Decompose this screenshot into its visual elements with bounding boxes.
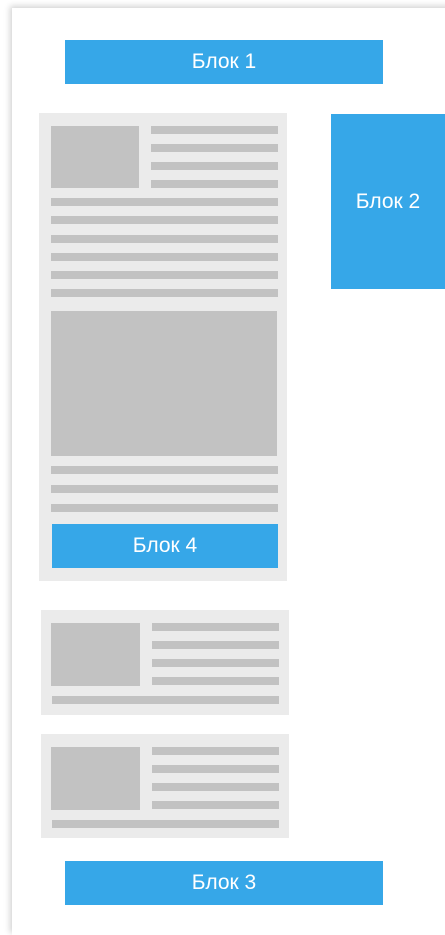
card-text-line: [152, 801, 279, 809]
block-4-label: Блок 4: [132, 534, 198, 557]
article-text-line: [51, 289, 278, 297]
card-text-line: [52, 820, 279, 828]
card-thumbnail: [51, 747, 140, 810]
block-4: Блок 4: [52, 524, 278, 568]
card-text-line: [152, 623, 279, 631]
block-1: Блок 1: [65, 40, 383, 84]
card-thumbnail: [51, 623, 140, 686]
card-text-line: [152, 747, 279, 755]
card-text-line: [152, 641, 279, 649]
article-thumbnail: [51, 126, 139, 188]
article-text-line: [151, 144, 278, 152]
article-image: [51, 311, 277, 456]
article-text-line: [51, 271, 278, 279]
block-2: Блок 2: [331, 114, 445, 289]
article-text-line: [151, 126, 278, 134]
article-text-line: [51, 216, 278, 224]
article-text-line: [51, 198, 278, 206]
block-1-label: Блок 1: [191, 50, 257, 73]
card-text-line: [52, 696, 279, 704]
article-text-line: [51, 466, 278, 474]
article-text-line: [151, 162, 278, 170]
block-3: Блок 3: [65, 861, 383, 905]
block-2-label: Блок 2: [355, 189, 421, 213]
article-text-line: [51, 504, 278, 512]
card-text-line: [152, 659, 279, 667]
block-3-label: Блок 3: [191, 871, 257, 894]
article-text-line: [51, 485, 278, 493]
card-text-line: [152, 783, 279, 791]
article-text-line: [51, 253, 278, 261]
article-text-line: [51, 235, 278, 243]
article-text-line: [151, 180, 278, 188]
card-text-line: [152, 677, 279, 685]
card-text-line: [152, 765, 279, 773]
